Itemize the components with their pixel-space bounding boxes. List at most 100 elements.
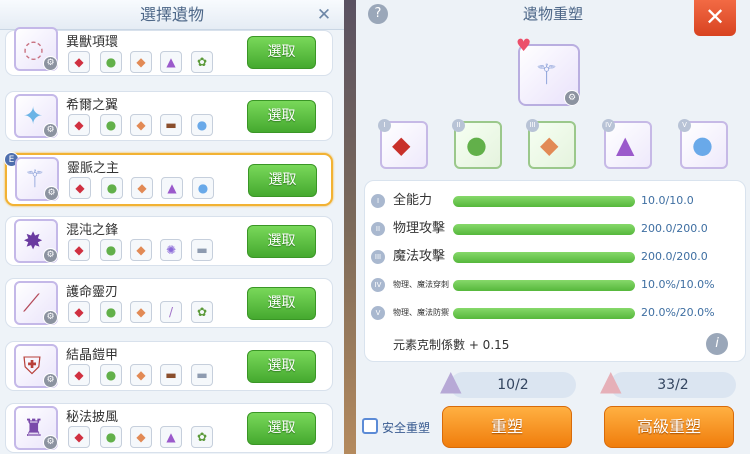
slot-number: I [378, 119, 391, 132]
stat-label: 全能力 [393, 193, 433, 208]
stat-label: 物理、魔法防禦 [393, 308, 449, 317]
relic-name: 結晶鎧甲 [66, 348, 119, 363]
material-slot-2[interactable]: II ● [452, 119, 502, 169]
stat-value: 10.0%/10.0% [641, 278, 715, 291]
stat-bar-fill [453, 224, 635, 235]
close-icon[interactable]: ✕ [694, 0, 736, 36]
red-crystal-icon: ◆ [68, 301, 90, 323]
stat-bar-fill [453, 252, 635, 263]
stat-badge: II [371, 222, 385, 236]
purple-flask-icon: ▲ [160, 51, 182, 73]
relic-row[interactable]: ◌ ⚙ 異獸項環 ◆ ● ◆ ▲ ✿ 選取 [5, 27, 333, 76]
select-button[interactable]: 選取 [247, 225, 316, 258]
spirit-blade-icon: ⟋ ⚙ [14, 281, 58, 325]
gun-icon: ▬ [160, 364, 182, 386]
stat-bar [453, 224, 635, 235]
relic-list[interactable]: ◌ ⚙ 異獸項環 ◆ ● ◆ ▲ ✿ 選取 ✦ ⚙ 希爾之翼 ◆ ● ◆ ▬ ● 選… [0, 27, 344, 454]
relic-row[interactable]: ⛨ ⚙ 結晶鎧甲 ◆ ● ◆ ▬ ▬ 選取 [5, 341, 333, 391]
green-gem-icon: ● [100, 239, 122, 261]
relic-row[interactable]: ♜ ⚙ 秘法披風 ◆ ● ◆ ▲ ✿ 選取 [5, 403, 333, 453]
select-button[interactable]: 選取 [247, 36, 316, 69]
select-button[interactable]: 選取 [248, 164, 317, 197]
gear-icon: ⚙ [564, 90, 580, 106]
green-gem-icon: ● [101, 177, 123, 199]
red-crystal-icon: ◆ [69, 177, 91, 199]
staff-icon: ⚚ ⚙ [15, 157, 59, 201]
relic-row[interactable]: ✸ ⚙ 混沌之鋒 ◆ ● ◆ ✺ ▬ 選取 [5, 216, 333, 266]
green-gem-icon: ● [100, 364, 122, 386]
gear-icon: ⚙ [43, 373, 58, 388]
red-crystal-icon: ◆ [68, 426, 90, 448]
red-crystal-icon: ◆ [68, 51, 90, 73]
herb-icon: ✿ [191, 426, 213, 448]
advanced-reforge-button[interactable]: 高級重塑 [604, 406, 734, 448]
material-slot-1[interactable]: I ◆ [378, 119, 428, 169]
stats-panel: I 全能力 10.0/10.0 II 物理攻擊 200.0/200.0 III … [364, 180, 746, 362]
safe-reforge-checkbox[interactable] [362, 418, 378, 434]
select-button[interactable]: 選取 [247, 287, 316, 320]
orange-ore-icon: ◆ [540, 131, 559, 159]
blue-orb-icon: ● [192, 177, 214, 199]
gear-icon: ⚙ [43, 310, 58, 325]
help-icon[interactable]: ? [368, 4, 388, 24]
reforge-button[interactable]: 重塑 [442, 406, 572, 448]
panel-title: 遺物重塑 [522, 5, 583, 23]
red-crystal-icon: ◆ [68, 114, 90, 136]
material-slot-3[interactable]: III ◆ [526, 119, 576, 169]
material-slot-4[interactable]: IV ▲ [602, 119, 652, 169]
purple-flask-icon: ▲ [616, 131, 635, 159]
red-crystal-icon: ◆ [68, 364, 90, 386]
slot-number: II [452, 119, 465, 132]
purple-flask-icon: ▲ [160, 426, 182, 448]
necklace-icon: ◌ ⚙ [14, 27, 58, 71]
relic-name: 希爾之翼 [66, 98, 119, 113]
gear-icon: ⚙ [43, 248, 58, 263]
stat-badge: III [371, 250, 385, 264]
relic-row[interactable]: ✦ ⚙ 希爾之翼 ◆ ● ◆ ▬ ● 選取 [5, 91, 333, 141]
orange-ore-icon: ◆ [130, 239, 152, 261]
stat-value: 200.0/200.0 [641, 250, 708, 263]
stat-bar [453, 196, 635, 207]
relic-row-selected[interactable]: E ⚚ ⚙ 靈脈之主 ◆ ● ◆ ▲ ● 選取 [4, 152, 333, 206]
stat-badge: IV [371, 278, 385, 292]
green-gem-icon: ● [100, 51, 122, 73]
stat-row: V 物理、魔法防禦 20.0%/20.0% [365, 303, 747, 323]
safe-reforge-label[interactable]: 安全重塑 [382, 419, 430, 436]
stat-bar-fill [453, 308, 635, 319]
slot-number: III [526, 119, 539, 132]
gear-icon: ⚙ [43, 123, 58, 138]
stat-value: 200.0/200.0 [641, 222, 708, 235]
select-button[interactable]: 選取 [247, 100, 316, 133]
gear-icon: ⚙ [44, 186, 59, 201]
metal-bar-icon: ▬ [191, 239, 213, 261]
select-button[interactable]: 選取 [247, 350, 316, 383]
material-slot-5[interactable]: V ● [678, 119, 728, 169]
relic-name: 混沌之鋒 [66, 223, 119, 238]
gear-icon: ⚙ [43, 435, 58, 450]
wand-icon: / [160, 301, 182, 323]
green-gem-icon: ● [100, 426, 122, 448]
orange-ore-icon: ◆ [130, 51, 152, 73]
stat-bar [453, 280, 635, 291]
orange-ore-icon: ◆ [130, 426, 152, 448]
relic-name: 護命靈刃 [66, 285, 119, 300]
relic-name: 靈脈之主 [67, 161, 120, 176]
armor-icon: ⛨ ⚙ [14, 344, 58, 388]
cloak-icon: ♜ ⚙ [14, 406, 58, 450]
cost-value: 10/2 [497, 377, 529, 393]
herb-icon: ✿ [191, 51, 213, 73]
stat-label: 物理、魔法穿刺 [393, 280, 449, 289]
stat-value: 20.0%/20.0% [641, 306, 715, 319]
purple-flask-icon: ▲ [161, 177, 183, 199]
close-icon[interactable]: ✕ [314, 5, 334, 25]
red-crystal-icon: ◆ [68, 239, 90, 261]
stat-bar [453, 308, 635, 319]
red-crystal-icon: ◆ [392, 131, 411, 159]
cost-pill: ▲ 10/2 [440, 364, 576, 398]
stat-bar-fill [453, 196, 635, 207]
heart-icon: ♥ [516, 36, 532, 56]
stat-row: IV 物理、魔法穿刺 10.0%/10.0% [365, 275, 747, 295]
relic-row[interactable]: ⟋ ⚙ 護命靈刃 ◆ ● ◆ / ✿ 選取 [5, 278, 333, 328]
info-icon[interactable]: i [706, 333, 728, 355]
select-button[interactable]: 選取 [247, 412, 316, 445]
